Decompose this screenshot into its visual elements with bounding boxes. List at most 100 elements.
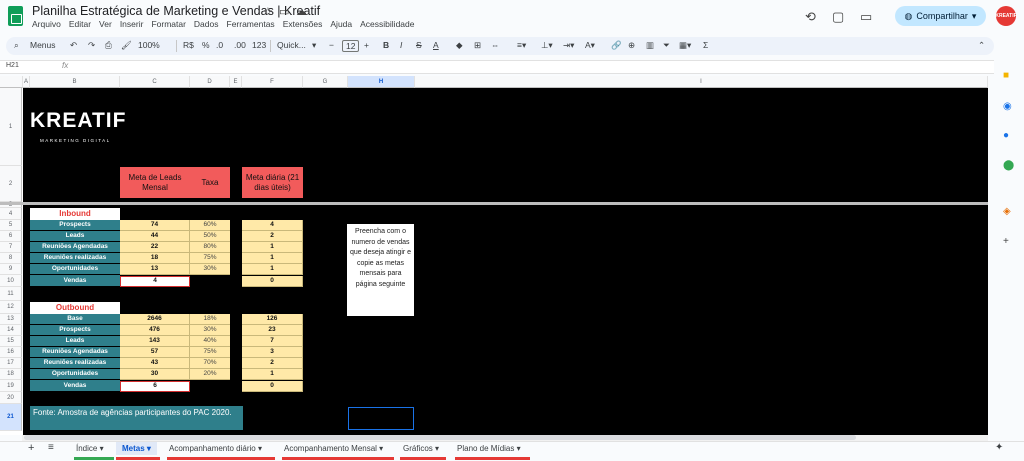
menu-ver[interactable]: Ver [99,19,112,29]
row-header-8[interactable]: 8 [0,253,22,264]
tab-plano-de-midias[interactable]: Plano de Mídias ▾ [457,444,521,453]
inbound-meta-prospects[interactable]: 74 [120,220,190,231]
outbound-vendas-input[interactable]: 6 [120,381,190,392]
outbound-meta-oportunidades[interactable]: 30 [120,369,190,380]
font-size-decrease-icon[interactable]: − [329,40,334,50]
outbound-taxa-reunioes-realizadas[interactable]: 70% [190,358,230,369]
inbound-taxa-reunioes-realizadas[interactable]: 75% [190,253,230,264]
row-header-13[interactable]: 13 [0,314,22,325]
inbound-taxa-reunioes-agendadas[interactable]: 80% [190,242,230,253]
font-select[interactable]: Quick... [277,40,306,50]
chart-icon[interactable]: ▥ [646,40,654,51]
inbound-taxa-prospects[interactable]: 60% [190,220,230,231]
sheets-logo-icon[interactable] [8,6,23,26]
name-box[interactable]: H21 [6,62,19,69]
row-header-7[interactable]: 7 [0,242,22,253]
inbound-meta-reunioes-agendadas[interactable]: 22 [120,242,190,253]
outbound-diaria-vendas[interactable]: 0 [242,381,303,392]
outbound-diaria-leads[interactable]: 7 [242,336,303,347]
menu-ferramentas[interactable]: Ferramentas [227,19,275,29]
history-icon[interactable]: ⟲ [805,9,816,25]
strikethrough-icon[interactable]: S [416,40,422,50]
outbound-diaria-reunioes-realizadas[interactable]: 2 [242,358,303,369]
tab-metas[interactable]: Metas ▾ [116,442,157,455]
selected-cell-h21[interactable] [348,407,414,430]
comment-icon[interactable]: ▢ [832,9,844,25]
outbound-diaria-prospects[interactable]: 23 [242,325,303,336]
outbound-meta-reunioes-realizadas[interactable]: 43 [120,358,190,369]
row-header-11[interactable]: 11 [0,287,22,301]
undo-icon[interactable]: ↶ [70,40,77,51]
print-icon[interactable]: ⎙ [105,40,112,51]
inbound-diaria-oportunidades[interactable]: 1 [242,264,303,275]
row-header-19[interactable]: 19 [0,380,22,392]
paint-format-icon[interactable]: 🖌 [121,40,132,51]
inbound-diaria-vendas[interactable]: 0 [242,276,303,287]
explore-icon[interactable]: ✦ [995,442,1003,453]
add-addon-icon[interactable]: + [1003,236,1009,247]
tasks-icon[interactable]: ◉ [1003,101,1012,112]
inbound-meta-leads[interactable]: 44 [120,231,190,242]
inbound-diaria-leads[interactable]: 2 [242,231,303,242]
menu-inserir[interactable]: Inserir [120,19,144,29]
merge-cells-icon[interactable]: ⇔ [491,40,500,50]
number-format-button[interactable]: 123 [252,40,266,50]
inbound-meta-reunioes-realizadas[interactable]: 18 [120,253,190,264]
avatar[interactable]: KREATIF [995,6,1017,26]
menu-ajuda[interactable]: Ajuda [330,19,352,29]
column-header-i[interactable]: I [415,76,988,88]
outbound-meta-reunioes-agendadas[interactable]: 57 [120,347,190,358]
column-header-g[interactable]: G [303,76,348,88]
star-icon[interactable]: ☆ [263,5,273,18]
comment-add-icon[interactable]: ⊕ [628,40,635,51]
zoom-select[interactable]: 100% [138,40,160,50]
outbound-taxa-base[interactable]: 18% [190,314,230,325]
inbound-diaria-prospects[interactable]: 4 [242,220,303,231]
column-header-a[interactable]: A [23,76,30,88]
inbound-diaria-reunioes-agendadas[interactable]: 1 [242,242,303,253]
percent-button[interactable]: % [202,40,210,50]
row-header-15[interactable]: 15 [0,336,22,347]
row-header-21[interactable]: 21 [0,404,22,431]
row-header-5[interactable]: 5 [0,220,22,231]
row-header-16[interactable]: 16 [0,347,22,358]
column-header-f[interactable]: F [242,76,303,88]
row-header-18[interactable]: 18 [0,369,22,380]
row-header-10[interactable]: 10 [0,275,22,287]
column-header-d[interactable]: D [190,76,230,88]
column-header-e[interactable]: E [230,76,242,88]
column-header-c[interactable]: C [120,76,190,88]
horizontal-align-icon[interactable]: ≡▾ [517,40,526,51]
font-size-increase-icon[interactable]: + [364,40,369,50]
addon-icon[interactable]: ◈ [1003,206,1011,217]
row-header-1[interactable]: 1 [0,88,22,166]
tab-acompanhamento-diario[interactable]: Acompanhamento diário ▾ [169,444,262,453]
outbound-diaria-oportunidades[interactable]: 1 [242,369,303,380]
menu-extensoes[interactable]: Extensões [283,19,323,29]
horizontal-scrollbar-thumb[interactable] [24,435,856,440]
row-header-14[interactable]: 14 [0,325,22,336]
share-button[interactable]: ◍ Compartilhar ▾ [895,6,986,26]
row-header-6[interactable]: 6 [0,231,22,242]
filter-views-icon[interactable]: ▦▾ [679,40,691,51]
inbound-diaria-reunioes-realizadas[interactable]: 1 [242,253,303,264]
meet-icon[interactable]: ▭ [860,9,872,25]
currency-button[interactable]: R$ [183,40,194,50]
select-all-corner[interactable] [0,76,23,88]
menu-editar[interactable]: Editar [69,19,91,29]
outbound-taxa-oportunidades[interactable]: 20% [190,369,230,380]
menu-formatar[interactable]: Formatar [151,19,185,29]
link-icon[interactable]: 🔗 [611,40,622,51]
menu-arquivo[interactable]: Arquivo [32,19,61,29]
collapse-toolbar-icon[interactable]: ⌃ [978,40,985,51]
fill-color-icon[interactable]: ◆ [456,40,463,51]
inbound-vendas-input[interactable]: 4 [120,276,190,287]
redo-icon[interactable]: ↷ [88,40,95,51]
inbound-meta-oportunidades[interactable]: 13 [120,264,190,275]
column-header-b[interactable]: B [30,76,120,88]
outbound-meta-leads[interactable]: 143 [120,336,190,347]
font-size-input[interactable]: 12 [342,40,360,52]
keep-icon[interactable]: ■ [1003,70,1009,81]
filter-icon[interactable]: ⏷ [663,40,670,51]
borders-icon[interactable]: ⊞ [474,40,481,51]
